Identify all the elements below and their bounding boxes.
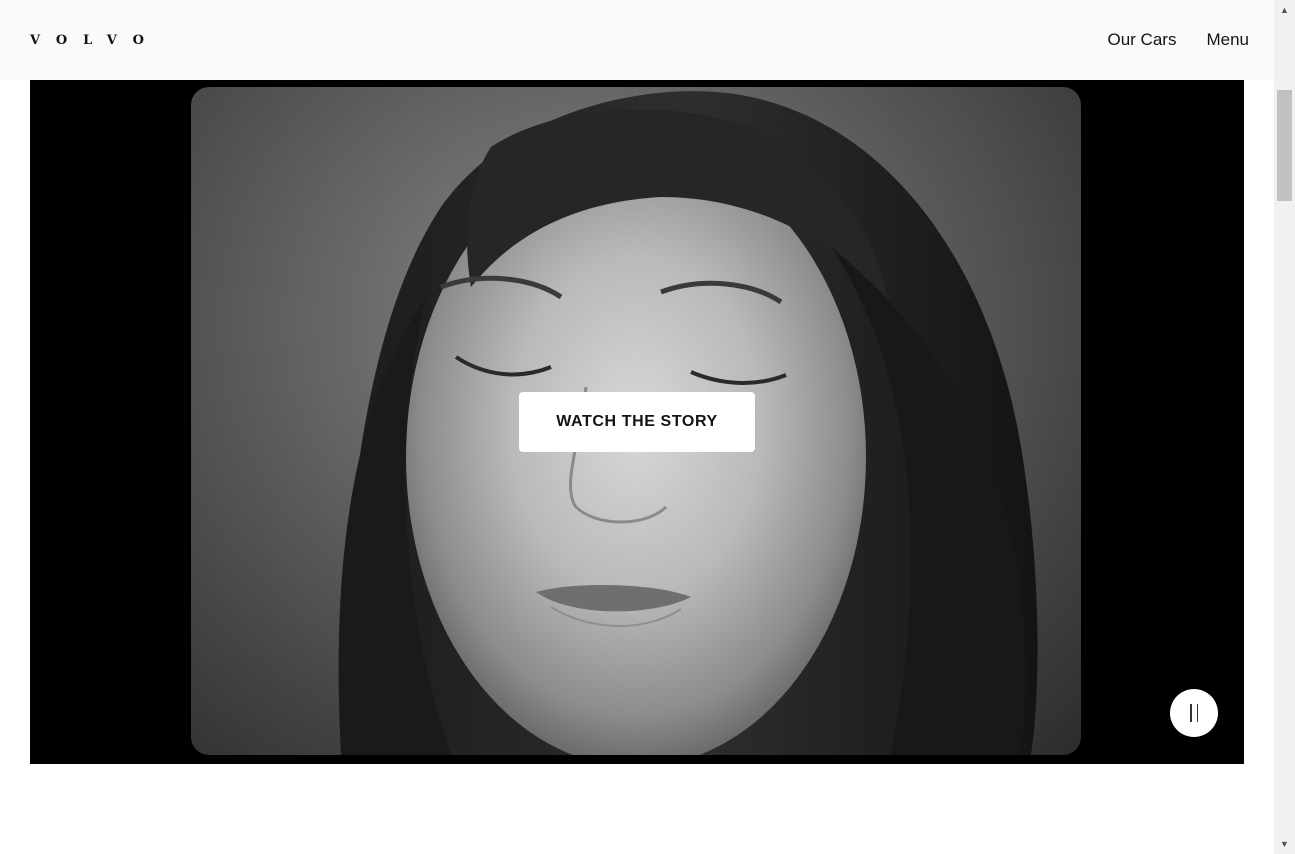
nav-menu-link[interactable]: Menu bbox=[1206, 30, 1249, 50]
scroll-down-arrow-icon[interactable]: ▼ bbox=[1274, 834, 1295, 854]
volvo-logo[interactable]: VOLVO bbox=[30, 33, 160, 48]
pause-bar-left bbox=[1190, 704, 1192, 722]
hero-video[interactable]: WATCH THE STORY bbox=[30, 80, 1244, 764]
site-header: VOLVO Our Cars Menu bbox=[0, 0, 1274, 80]
scrollbar[interactable]: ▲ ▼ bbox=[1274, 0, 1295, 854]
pause-icon[interactable] bbox=[1170, 689, 1218, 737]
page: VOLVO Our Cars Menu WATCH THE STORY ▲ ▼ bbox=[0, 0, 1295, 854]
scroll-up-arrow-icon[interactable]: ▲ bbox=[1274, 0, 1295, 20]
nav-our-cars-link[interactable]: Our Cars bbox=[1108, 30, 1177, 50]
pause-bar-right bbox=[1196, 704, 1198, 722]
main-nav: Our Cars Menu bbox=[1108, 30, 1250, 50]
watch-the-story-button[interactable]: WATCH THE STORY bbox=[519, 392, 755, 452]
scrollbar-thumb[interactable] bbox=[1277, 90, 1292, 201]
